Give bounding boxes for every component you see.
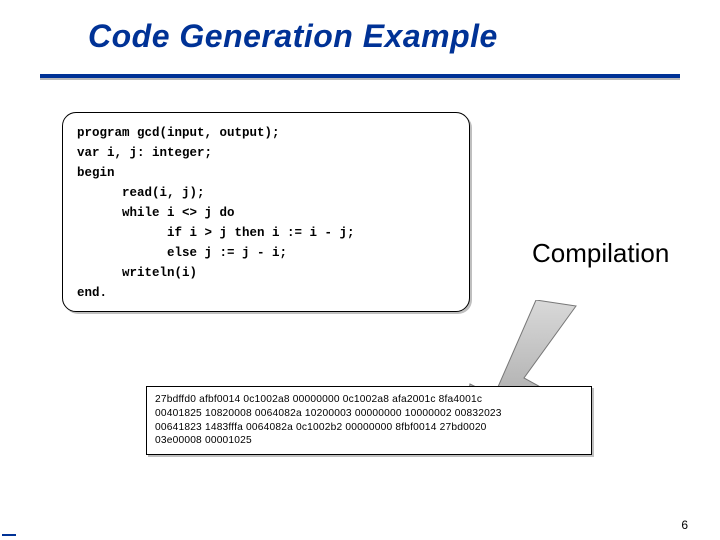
code-line: writeln(i): [77, 263, 455, 283]
code-line: end.: [77, 283, 455, 303]
code-line: program gcd(input, output);: [77, 123, 455, 143]
compilation-label: Compilation: [532, 238, 669, 269]
slide-title: Code Generation Example: [88, 18, 498, 55]
title-underline-shadow: [40, 78, 680, 80]
corner-accent: [2, 534, 16, 536]
page-number: 6: [681, 518, 688, 532]
hex-row: 27bdffd0 afbf0014 0c1002a8 00000000 0c10…: [155, 393, 583, 407]
hex-row: 03e00008 00001025: [155, 434, 583, 448]
code-line: else j := j - i;: [77, 243, 455, 263]
hex-row: 00401825 10820008 0064082a 10200003 0000…: [155, 407, 583, 421]
code-line: while i <> j do: [77, 203, 455, 223]
code-line: begin: [77, 163, 455, 183]
code-line: read(i, j);: [77, 183, 455, 203]
hex-row: 00641823 1483fffa 0064082a 0c1002b2 0000…: [155, 421, 583, 435]
source-code-box: program gcd(input, output); var i, j: in…: [62, 112, 470, 312]
code-line: if i > j then i := i - j;: [77, 223, 455, 243]
code-line: var i, j: integer;: [77, 143, 455, 163]
machine-code-box: 27bdffd0 afbf0014 0c1002a8 00000000 0c10…: [146, 386, 592, 455]
slide: Code Generation Example program gcd(inpu…: [0, 0, 720, 540]
